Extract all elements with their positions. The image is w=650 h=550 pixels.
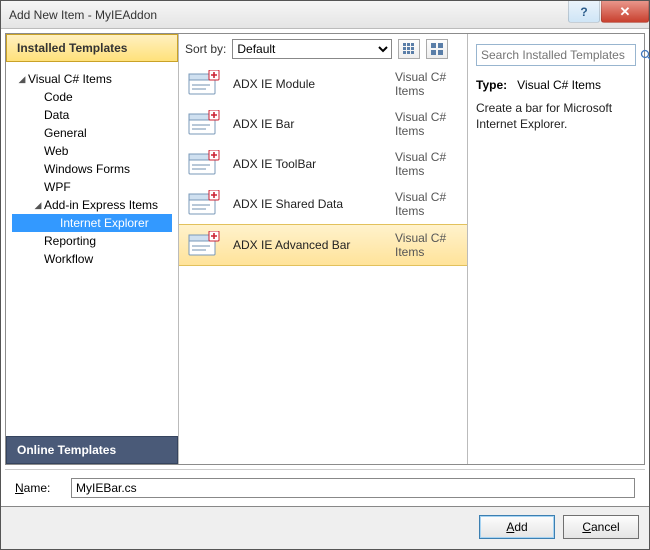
name-input[interactable] [71, 478, 635, 498]
tree-node-reporting[interactable]: Reporting [12, 232, 172, 250]
tree-node-general[interactable]: General [12, 124, 172, 142]
view-details-button[interactable] [426, 39, 448, 59]
tree-node-add-in-express-items[interactable]: ◢Add-in Express Items [12, 196, 172, 214]
template-item-category: Visual C# Items [395, 70, 459, 98]
template-item-name: ADX IE Bar [233, 117, 383, 131]
tree-node-label: Visual C# Items [28, 72, 112, 86]
tree-node-label: Code [44, 90, 73, 104]
tree-node-label: Windows Forms [44, 162, 130, 176]
template-item[interactable]: ADX IE ToolBar Visual C# Items [179, 144, 467, 184]
tree-node-label: Workflow [44, 252, 93, 266]
template-item-name: ADX IE Advanced Bar [233, 238, 383, 252]
tree-node-workflow[interactable]: Workflow [12, 250, 172, 268]
name-bar: Name: [5, 469, 645, 506]
details-type-value: Visual C# Items [517, 78, 601, 92]
tree-node-label: Data [44, 108, 69, 122]
template-item[interactable]: ADX IE Module Visual C# Items [179, 64, 467, 104]
template-item-name: ADX IE ToolBar [233, 157, 383, 171]
template-item-name: ADX IE Module [233, 77, 383, 91]
template-item[interactable]: ADX IE Shared Data Visual C# Items [179, 184, 467, 224]
tree-node-data[interactable]: Data [12, 106, 172, 124]
tree-node-label: Internet Explorer [60, 216, 149, 230]
search-box[interactable] [476, 44, 636, 66]
template-item-name: ADX IE Shared Data [233, 197, 383, 211]
tree-node-internet-explorer[interactable]: Internet Explorer [12, 214, 172, 232]
center-panel: Sort by: Default ADX IE Module Visual C# … [178, 34, 468, 464]
help-icon: ? [580, 5, 587, 19]
view-small-icons-button[interactable] [398, 39, 420, 59]
help-button[interactable]: ? [568, 1, 600, 23]
tree-node-web[interactable]: Web [12, 142, 172, 160]
tree-node-code[interactable]: Code [12, 88, 172, 106]
tree-node-label: Web [44, 144, 68, 158]
template-item[interactable]: ADX IE Bar Visual C# Items [179, 104, 467, 144]
tree-node-label: Add-in Express Items [44, 198, 158, 212]
thumbnails-medium-icon [430, 42, 444, 56]
tree-node-windows-forms[interactable]: Windows Forms [12, 160, 172, 178]
close-icon: ✕ [620, 4, 631, 20]
template-tree: ◢Visual C# ItemsCodeDataGeneralWebWindow… [6, 62, 178, 436]
template-file-icon [187, 70, 221, 98]
template-item[interactable]: ADX IE Advanced Bar Visual C# Items [179, 224, 467, 266]
tree-arrow-icon: ◢ [16, 74, 28, 85]
sort-label: Sort by: [185, 42, 226, 56]
tree-node-label: WPF [44, 180, 71, 194]
search-input[interactable] [477, 46, 640, 64]
template-file-icon [187, 110, 221, 138]
name-label: Name: [15, 481, 61, 495]
add-button[interactable]: Add [479, 515, 555, 539]
details-type-row: Type: Visual C# Items [476, 78, 636, 92]
tree-node-wpf[interactable]: WPF [12, 178, 172, 196]
close-button[interactable]: ✕ [601, 1, 649, 23]
tree-node-visual-c-items[interactable]: ◢Visual C# Items [12, 70, 172, 88]
tree-node-label: General [44, 126, 87, 140]
template-file-icon [187, 190, 221, 218]
cancel-button[interactable]: Cancel [563, 515, 639, 539]
details-description: Create a bar for Microsoft Internet Expl… [476, 100, 636, 132]
details-type-label: Type: [476, 78, 507, 92]
details-panel: Type: Visual C# Items Create a bar for M… [468, 34, 644, 464]
installed-templates-header[interactable]: Installed Templates [6, 34, 178, 62]
search-icon[interactable] [640, 49, 650, 61]
window-title: Add New Item - MyIEAddon [9, 8, 567, 22]
dialog-body: Installed Templates ◢Visual C# ItemsCode… [5, 33, 645, 465]
tree-arrow-icon: ◢ [32, 200, 44, 211]
tree-node-label: Reporting [44, 234, 96, 248]
thumbnails-small-icon [402, 42, 416, 56]
sort-select[interactable]: Default [232, 39, 392, 59]
toolbar: Sort by: Default [179, 34, 467, 64]
template-item-category: Visual C# Items [395, 231, 459, 259]
online-templates-header[interactable]: Online Templates [6, 436, 178, 464]
button-bar: Add Cancel [1, 506, 649, 549]
template-item-category: Visual C# Items [395, 190, 459, 218]
template-file-icon [187, 231, 221, 259]
template-list: ADX IE Module Visual C# Items ADX IE Bar Vi… [179, 64, 467, 464]
template-file-icon [187, 150, 221, 178]
dialog-window: Add New Item - MyIEAddon ? ✕ Installed T… [0, 0, 650, 550]
sidebar: Installed Templates ◢Visual C# ItemsCode… [6, 34, 178, 464]
titlebar[interactable]: Add New Item - MyIEAddon ? ✕ [1, 1, 649, 29]
titlebar-buttons: ? ✕ [567, 1, 649, 28]
template-item-category: Visual C# Items [395, 110, 459, 138]
template-item-category: Visual C# Items [395, 150, 459, 178]
